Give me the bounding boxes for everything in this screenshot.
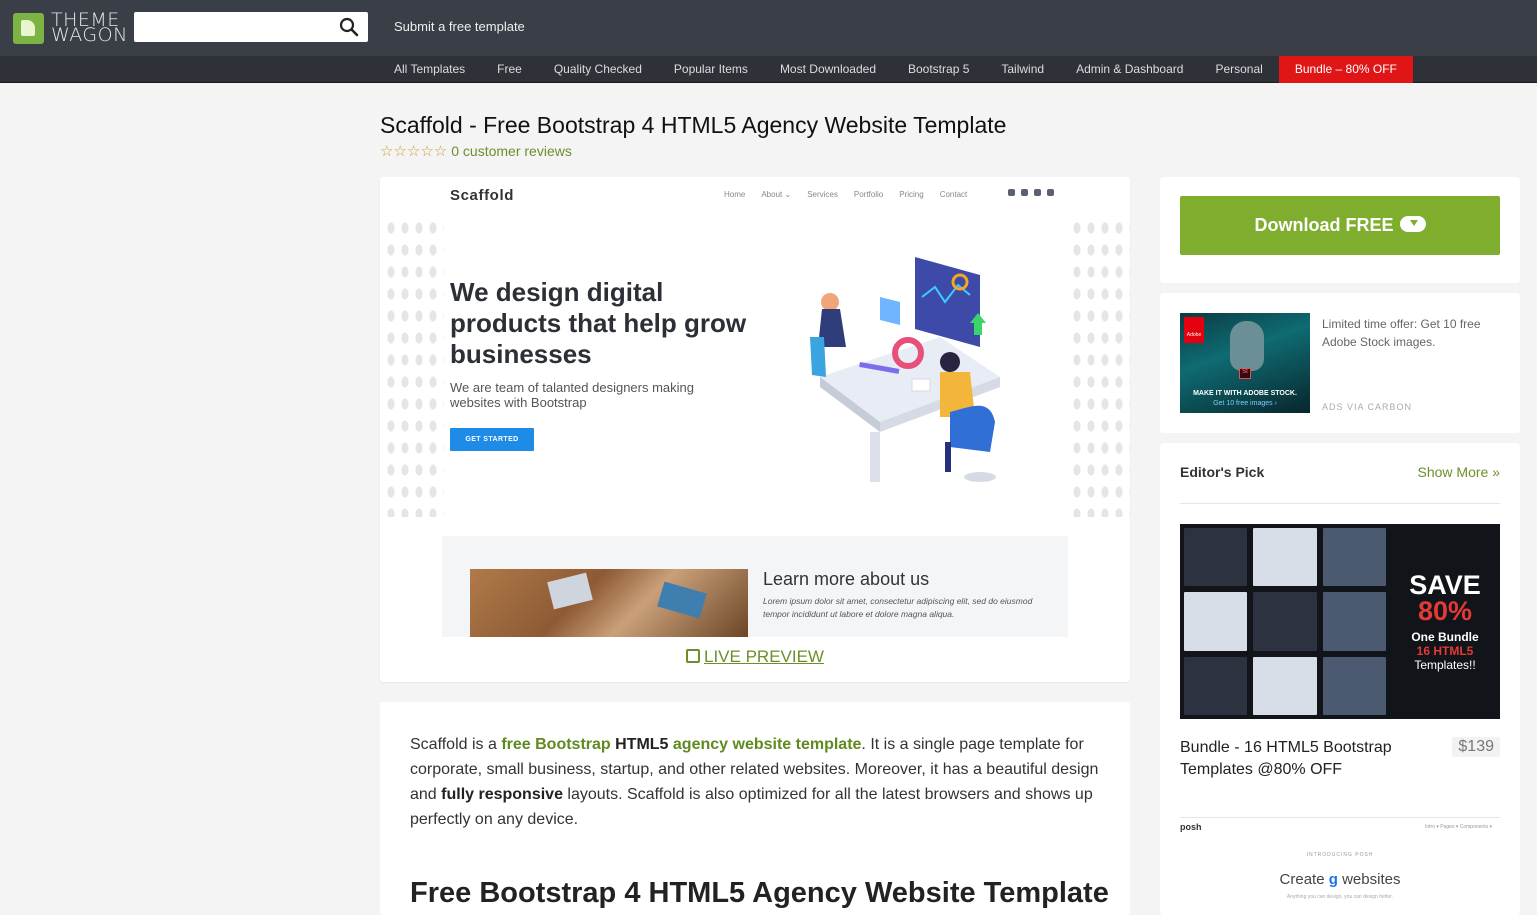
nav-item-quality-checked[interactable]: Quality Checked [538, 56, 658, 83]
preview-card: Scaffold Home About ⌄ Services Portfolio Pri… [380, 177, 1130, 682]
twitter-icon [1008, 189, 1015, 196]
screenshot-brand: Scaffold [450, 187, 514, 204]
screenshot-nav-item: Portfolio [853, 190, 884, 199]
external-link-icon [686, 649, 700, 663]
submit-template-link[interactable]: Submit a free template [394, 19, 525, 34]
posh-headline: Create g websites [1279, 871, 1401, 888]
template-screenshot[interactable]: Scaffold Home About ⌄ Services Portfolio Pri… [380, 177, 1130, 637]
nav-item-all-templates[interactable]: All Templates [378, 56, 481, 83]
bundle-price-badge: $139 [1452, 737, 1500, 757]
show-more-link[interactable]: Show More » [1418, 464, 1500, 480]
adobe-stock-ad-image[interactable]: Adobe St MAKE IT WITH ADOBE STOCK. Get 1… [1180, 313, 1310, 413]
posh-template-thumbnail[interactable]: posh Intro ▾ Pages ▾ Components ▾ INTROD… [1180, 819, 1500, 915]
bundle-item-link[interactable]: Bundle - 16 HTML5 Bootstrap Templates @8… [1180, 737, 1410, 781]
top-header: THEME WAGON Submit a free template [0, 0, 1537, 56]
screenshot-team-photo [470, 569, 748, 637]
posh-nav: Intro ▾ Pages ▾ Components ▾ [1424, 824, 1492, 830]
ads-via-carbon-link[interactable]: ADS VIA CARBON [1322, 402, 1412, 412]
screenshot-lorem-text: Lorem ipsum dolor sit amet, consectetur … [763, 596, 1033, 619]
office-illustration [810, 257, 1000, 482]
screenshot-nav-item: Services [807, 190, 838, 199]
linkedin-icon [1047, 189, 1054, 196]
customer-reviews-link[interactable]: 0 customer reviews [451, 143, 572, 159]
posh-intro: INTRODUCING POSH [1306, 852, 1374, 858]
nav-item-most-downloaded[interactable]: Most Downloaded [764, 56, 892, 83]
nav-item-popular-items[interactable]: Popular Items [658, 56, 764, 83]
divider [1180, 503, 1500, 504]
logo-icon [13, 12, 44, 44]
nav-item-admin-dashboard[interactable]: Admin & Dashboard [1060, 56, 1199, 83]
bundle-promo-image[interactable]: SAVE 80% One Bundle 16 HTML5 Templates!! [1180, 524, 1500, 719]
nav-item-personal[interactable]: Personal [1199, 56, 1278, 83]
ad-portrait [1230, 321, 1264, 371]
save-80-banner: SAVE 80% One Bundle 16 HTML5 Templates!! [1409, 570, 1481, 673]
page-title: Scaffold - Free Bootstrap 4 HTML5 Agency… [380, 112, 1007, 138]
screenshot-learn-heading: Learn more about us [763, 569, 930, 589]
description-text: Scaffold is a free Bootstrap HTML5 agenc… [410, 736, 1099, 828]
ad-text-link[interactable]: Limited time offer: Get 10 free Adobe St… [1322, 315, 1502, 351]
editors-pick-card: Editor's Pick Show More » SAVE 80% One B… [1160, 443, 1520, 915]
screenshot-nav-item: About ⌄ [761, 190, 792, 199]
rating: ☆☆☆☆☆ 0 customer reviews [380, 142, 572, 160]
template-thumbnails [1180, 524, 1390, 719]
cloud-download-icon [1399, 216, 1426, 232]
dot-pattern-right [1070, 217, 1130, 517]
nav-item-bundle[interactable]: Bundle – 80% OFF [1278, 56, 1413, 83]
screenshot-get-started-button: GET STARTED [450, 428, 534, 451]
screenshot-subtext: We are team of talanted designers making… [450, 380, 695, 410]
nav-item-tailwind[interactable]: Tailwind [985, 56, 1060, 83]
nav-item-free[interactable]: Free [481, 56, 538, 83]
download-free-button[interactable]: Download FREE [1180, 196, 1500, 255]
nav-item-bootstrap-5[interactable]: Bootstrap 5 [892, 56, 985, 83]
adobe-logo: Adobe [1184, 317, 1204, 343]
search-input[interactable] [134, 12, 329, 42]
search-box [134, 12, 368, 42]
screenshot-about-section: Learn more about us Lorem ipsum dolor si… [442, 536, 1068, 637]
screenshot-nav: Home About ⌄ Services Portfolio Pricing Conta… [724, 190, 967, 199]
editors-pick-title: Editor's Pick [1180, 464, 1265, 480]
instagram-icon [1034, 189, 1041, 196]
description-heading: Free Bootstrap 4 HTML5 Agency Website Te… [410, 877, 1109, 909]
posh-brand: posh [1180, 822, 1202, 832]
screenshot-headline: We design digital products that help gro… [450, 277, 747, 369]
ad-image-caption: MAKE IT WITH ADOBE STOCK. Get 10 free im… [1193, 390, 1297, 407]
screenshot-nav-item: Contact [939, 190, 968, 199]
divider [1180, 817, 1500, 818]
facebook-icon [1021, 189, 1028, 196]
posh-tagline: Anything you can design, you can design … [1286, 894, 1394, 900]
download-card: Download FREE [1160, 177, 1520, 283]
agency-template-link[interactable]: agency website template [673, 736, 862, 753]
dot-pattern-left [384, 217, 444, 517]
carbon-ad: Adobe St MAKE IT WITH ADOBE STOCK. Get 1… [1160, 293, 1520, 433]
star-rating-icon: ☆☆☆☆☆ [380, 143, 448, 160]
category-nav: All Templates Free Quality Checked Popular … [0, 56, 1537, 83]
description-card: Scaffold is a free Bootstrap HTML5 agenc… [380, 702, 1130, 915]
search-icon[interactable] [339, 17, 359, 37]
adobe-stock-icon: St [1239, 368, 1251, 379]
logo-text: THEME WAGON [51, 9, 128, 46]
live-preview-link[interactable]: LIVE PREVIEW [380, 647, 1130, 667]
free-bootstrap-link[interactable]: free Bootstrap [501, 736, 610, 753]
screenshot-nav-item: Pricing [899, 190, 924, 199]
screenshot-nav-item: Home [724, 190, 746, 199]
screenshot-social-icons [1008, 189, 1054, 196]
themewagon-logo[interactable]: THEME WAGON [13, 9, 128, 46]
